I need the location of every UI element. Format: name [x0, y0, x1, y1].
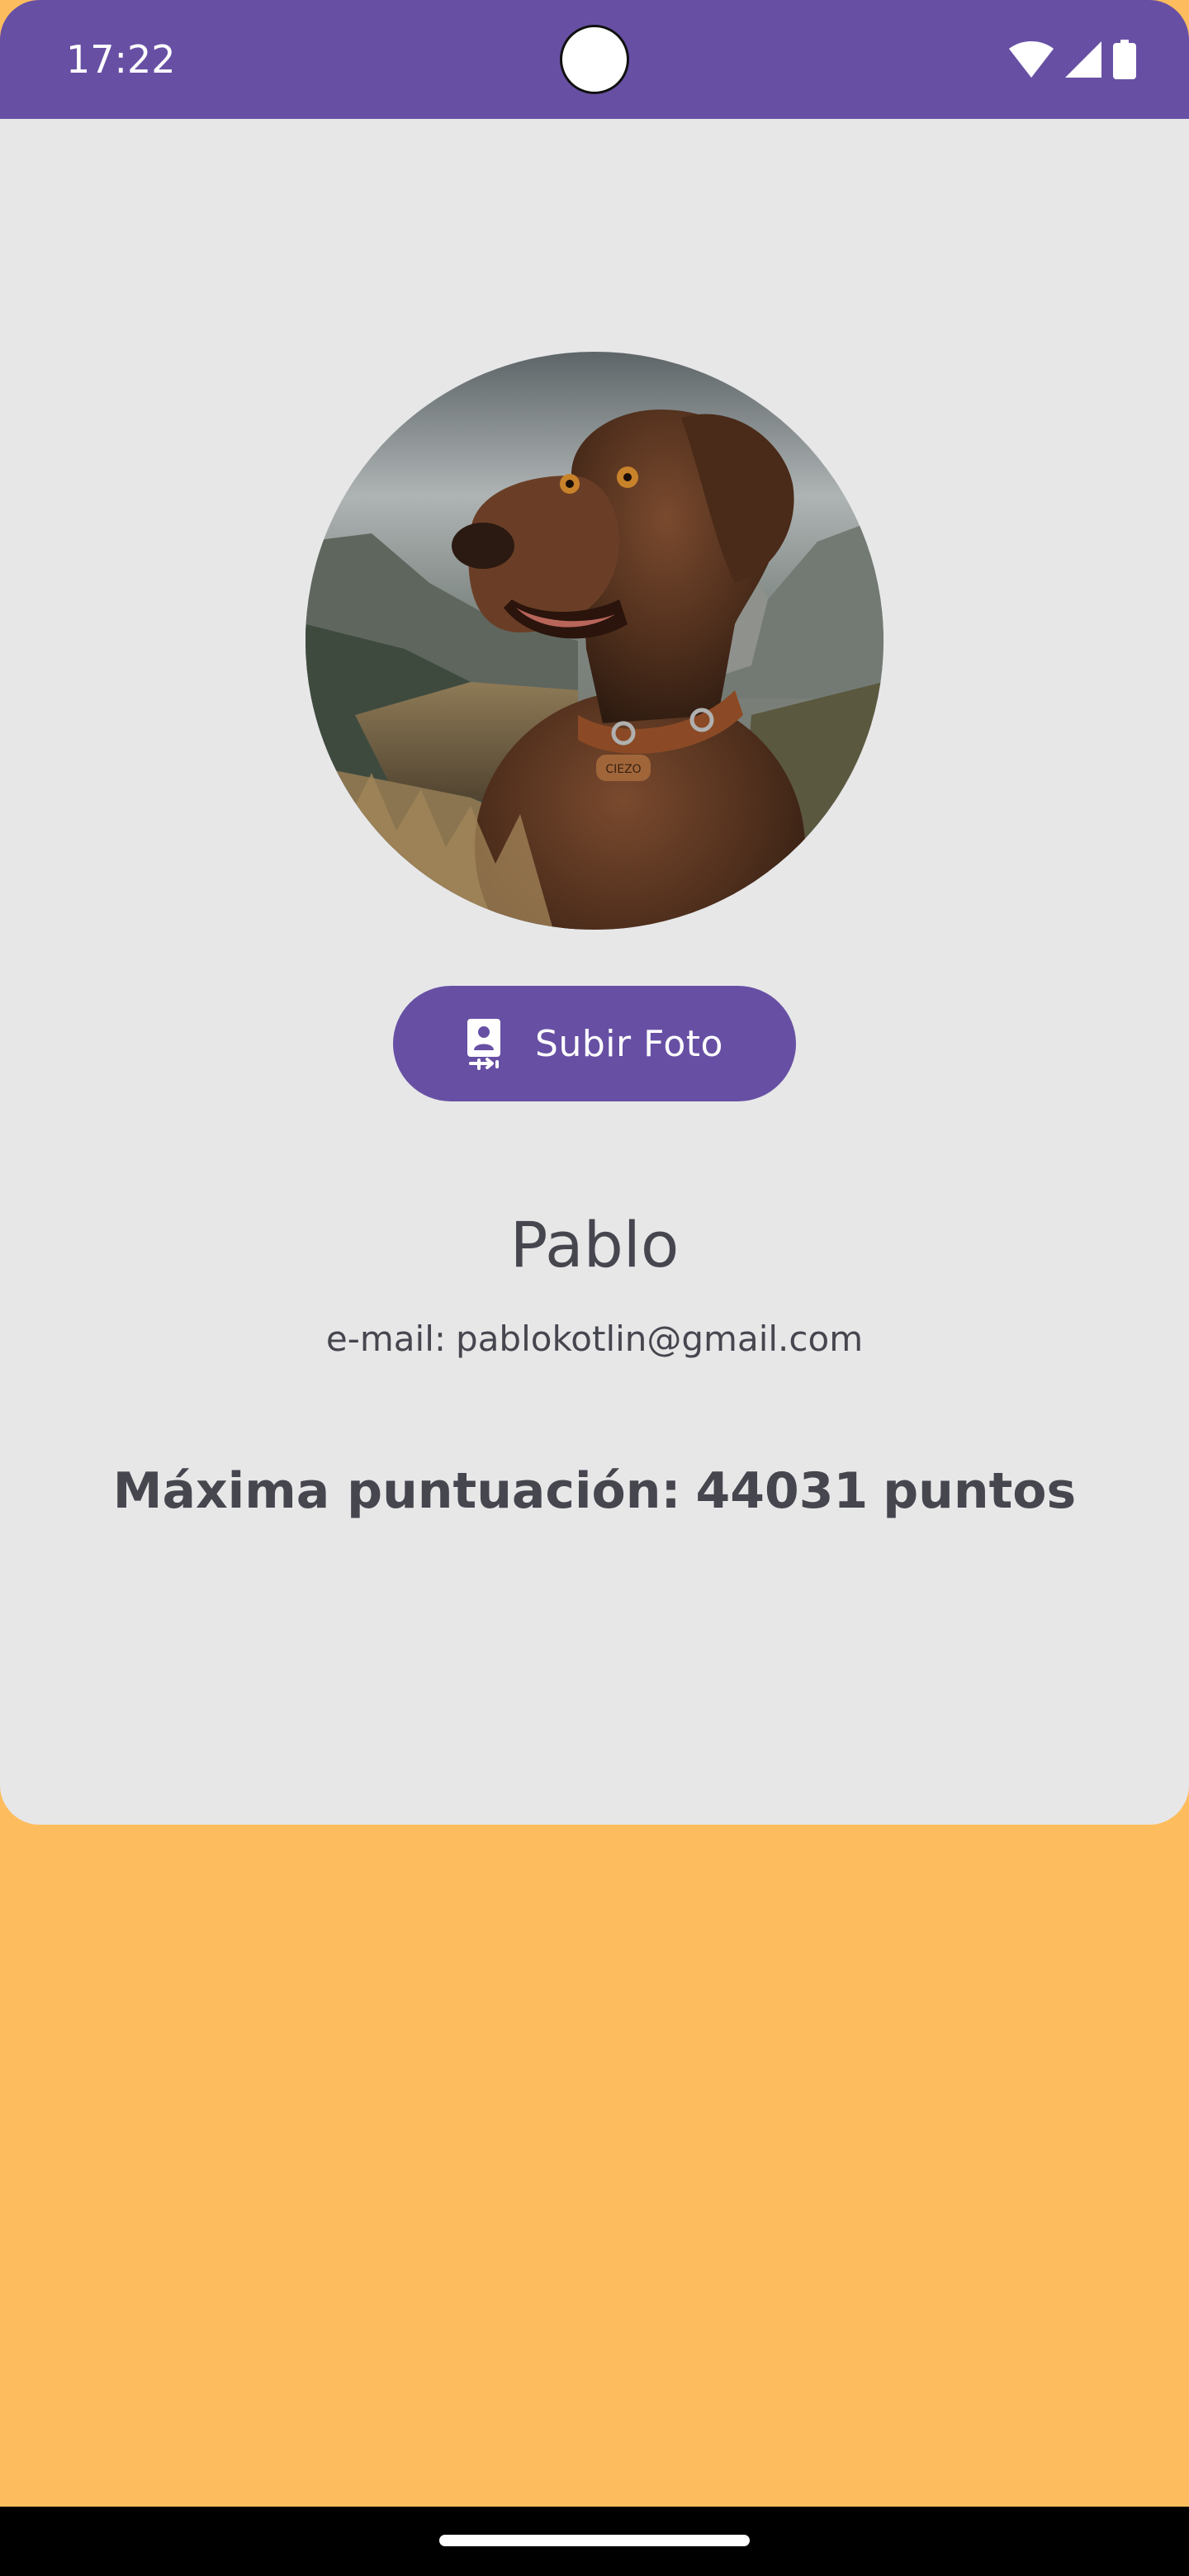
camera-cutout: [560, 25, 629, 94]
profile-screen: 17:22 CIEZO Subir Foto Pablo e-mail: pab…: [0, 0, 1189, 2576]
wifi-icon: [1009, 41, 1054, 78]
user-name: Pablo: [509, 1208, 680, 1281]
upload-photo-button[interactable]: Subir Foto: [393, 986, 796, 1101]
high-score-unit: puntos: [883, 1462, 1077, 1520]
upload-photo-label: Subir Foto: [535, 1022, 723, 1065]
status-time: 17:22: [66, 37, 176, 82]
high-score-label: Máxima puntuación:: [112, 1462, 681, 1520]
home-gesture-handle[interactable]: [439, 2535, 750, 2546]
high-score: Máxima puntuación: 44031 puntos: [0, 1458, 1189, 1524]
email-value: pablokotlin@gmail.com: [456, 1319, 864, 1359]
status-bar: 17:22: [0, 0, 1189, 119]
email-label: e-mail:: [325, 1319, 447, 1359]
battery-icon: [1113, 40, 1136, 79]
navigation-bar: [0, 2507, 1189, 2576]
signal-icon: [1065, 41, 1101, 78]
high-score-value: 44031: [695, 1462, 869, 1520]
user-email: e-mail: pablokotlin@gmail.com: [0, 1316, 1189, 1362]
svg-text:CIEZO: CIEZO: [605, 763, 641, 776]
dog-photo-icon: CIEZO: [306, 352, 883, 930]
upload-photo-icon: [466, 1017, 502, 1070]
profile-card: CIEZO Subir Foto Pablo e-mail: pablokotl…: [0, 119, 1189, 1825]
profile-avatar: CIEZO: [306, 352, 883, 930]
status-icons: [1009, 36, 1136, 83]
